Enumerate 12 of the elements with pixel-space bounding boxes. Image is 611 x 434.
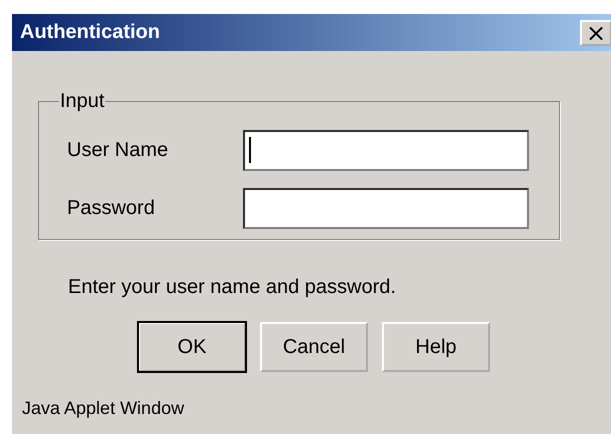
dialog-button[interactable]: Help — [382, 322, 490, 372]
group-legend: Input — [59, 90, 106, 113]
close-button[interactable]: × — [580, 20, 611, 46]
input-field[interactable] — [243, 188, 529, 228]
dialog-button[interactable]: OK — [138, 322, 246, 372]
status-text: Java Applet Window — [22, 398, 186, 419]
field-label: User Name — [67, 138, 170, 162]
input-field[interactable] — [243, 130, 529, 170]
window-title: Authentication — [20, 21, 160, 44]
field-label: Password — [67, 196, 156, 220]
instruction-text: Enter your user name and password. — [68, 276, 397, 299]
dialog-button[interactable]: Cancel — [260, 322, 368, 372]
